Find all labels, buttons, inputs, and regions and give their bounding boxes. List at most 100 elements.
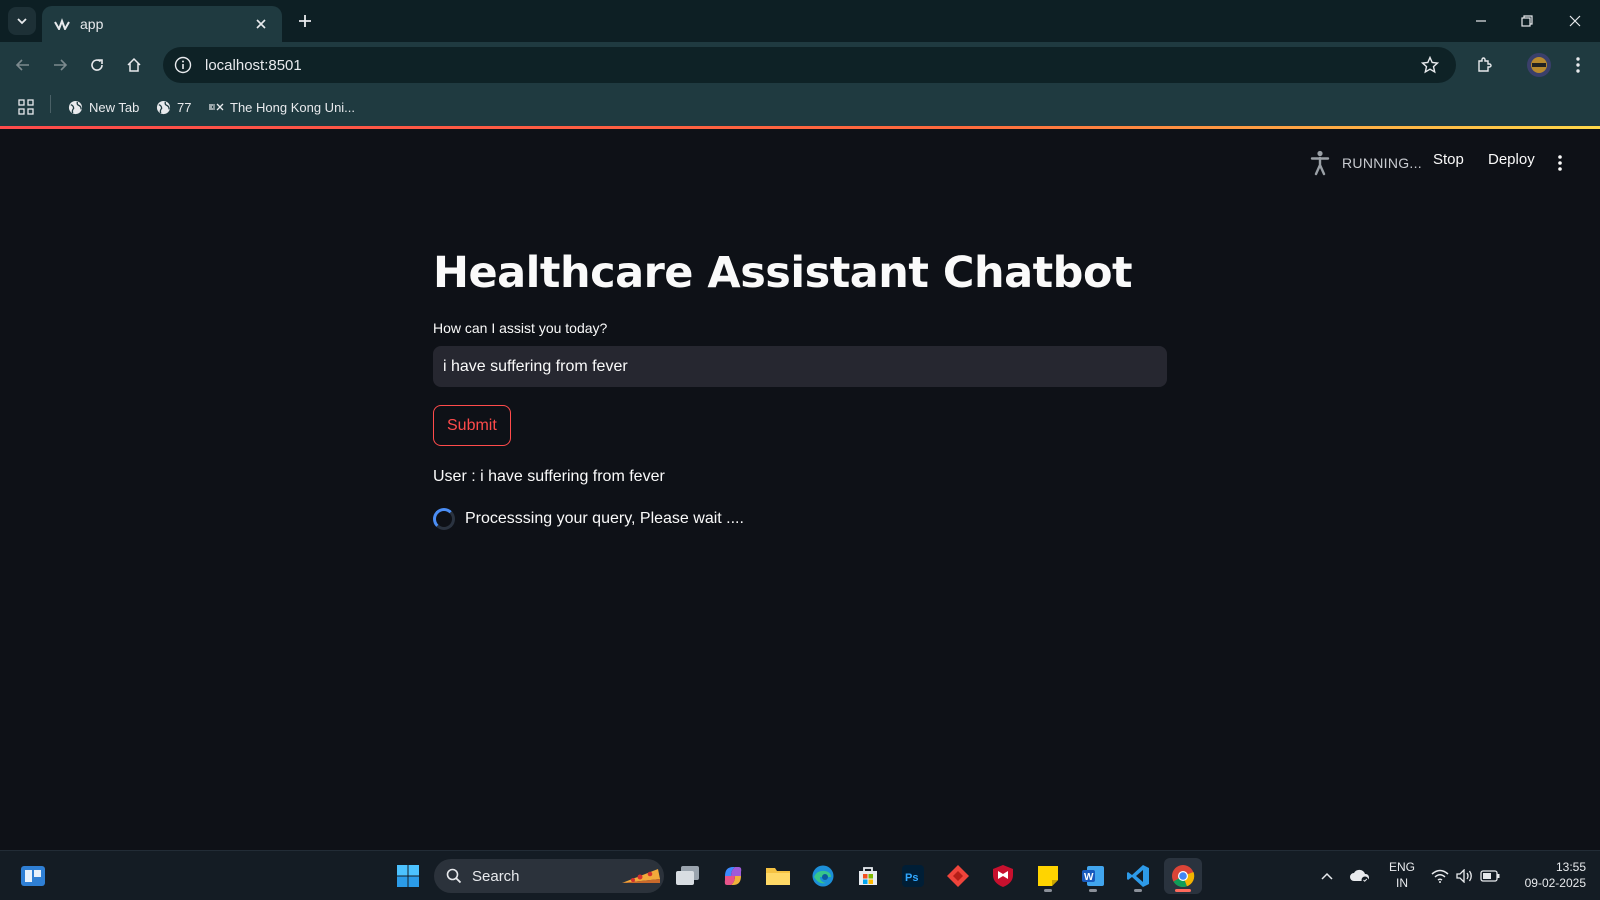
task-view-button[interactable] <box>669 858 707 894</box>
pizza-doodle-icon <box>622 869 660 883</box>
site-info-icon[interactable] <box>173 55 193 75</box>
apps-grid-icon <box>18 99 34 115</box>
minimize-icon <box>1476 20 1486 22</box>
close-window-button[interactable] <box>1552 4 1598 38</box>
puzzle-icon <box>1478 57 1492 72</box>
tab-title: app <box>80 16 104 32</box>
running-status-text: RUNNING... <box>1342 155 1422 171</box>
close-icon <box>1569 15 1581 27</box>
task-view-icon <box>676 866 699 885</box>
browser-titlebar: app <box>0 0 1600 42</box>
processing-text: Processsing your query, Please wait .... <box>465 510 744 527</box>
edge-button[interactable] <box>804 858 842 894</box>
windows-logo-icon <box>397 865 419 887</box>
word-button[interactable]: W <box>1074 858 1112 894</box>
chevron-up-icon <box>1321 872 1333 880</box>
folder-icon <box>766 868 790 885</box>
microsoft-store-button[interactable] <box>849 858 887 894</box>
clock-date: 09-02-2025 <box>1524 876 1586 890</box>
bookmark-new-tab[interactable]: New Tab <box>67 95 139 119</box>
home-icon <box>127 57 141 72</box>
restore-icon <box>1521 15 1533 27</box>
taskbar-clock[interactable]: 13:55 09-02-2025 <box>1508 859 1586 891</box>
widgets-icon <box>21 866 45 886</box>
main-content: Healthcare Assistant Chatbot How can I a… <box>433 240 1167 530</box>
show-hidden-icons-button[interactable] <box>1314 851 1340 900</box>
edx-icon <box>208 99 224 115</box>
sticky-notes-button[interactable] <box>1029 858 1067 894</box>
restore-button[interactable] <box>1504 4 1550 38</box>
wifi-status[interactable] <box>1428 851 1452 900</box>
reload-button[interactable] <box>81 49 113 81</box>
word-icon: W <box>1082 866 1104 886</box>
spinner-icon <box>433 508 455 530</box>
app-header: RUNNING... Stop Deploy <box>0 129 1600 199</box>
back-button[interactable] <box>7 49 39 81</box>
forward-button[interactable] <box>44 49 76 81</box>
file-explorer-button[interactable] <box>759 858 797 894</box>
globe-icon <box>155 99 171 115</box>
cloud-sync-icon <box>1350 869 1370 884</box>
minimize-button[interactable] <box>1458 4 1504 38</box>
onedrive-button[interactable] <box>1346 851 1374 900</box>
bookmark-label: 77 <box>177 99 192 115</box>
url-text[interactable]: localhost:8501 <box>205 57 1418 74</box>
clock-time: 13:55 <box>1555 860 1586 874</box>
vscode-button[interactable] <box>1119 858 1157 894</box>
page-title: Healthcare Assistant Chatbot <box>433 248 1133 298</box>
deploy-button[interactable]: Deploy <box>1488 151 1535 168</box>
query-input[interactable] <box>433 346 1167 387</box>
copilot-button[interactable] <box>714 858 752 894</box>
active-indicator <box>1175 889 1191 892</box>
bookmark-hong-kong-uni[interactable]: The Hong Kong Uni... <box>208 95 355 119</box>
anydesk-button[interactable] <box>939 858 977 894</box>
profile-avatar[interactable] <box>1523 49 1555 81</box>
bookmarks-divider <box>50 95 51 113</box>
chrome-icon <box>1172 865 1195 888</box>
browser-tab[interactable]: app <box>42 6 282 42</box>
vscode-icon <box>1127 865 1149 887</box>
extensions-button[interactable] <box>1469 49 1501 81</box>
stop-button[interactable]: Stop <box>1433 151 1464 168</box>
processing-spinner-row: Processsing your query, Please wait .... <box>433 508 1167 530</box>
avatar-icon <box>1527 53 1551 77</box>
region-code: IN <box>1396 876 1408 890</box>
bookmark-77[interactable]: 77 <box>155 95 191 119</box>
sticky-note-icon <box>1038 866 1058 886</box>
widgets-button[interactable] <box>14 858 52 894</box>
mcafee-shield-icon <box>993 865 1013 887</box>
apps-button[interactable] <box>18 95 34 119</box>
input-language[interactable]: ENG IN <box>1382 859 1422 891</box>
query-input-label: How can I assist you today? <box>433 320 608 336</box>
start-button[interactable] <box>389 858 427 894</box>
app-menu-button[interactable] <box>1550 151 1570 175</box>
photoshop-icon: Ps <box>902 865 924 887</box>
mcafee-button[interactable] <box>984 858 1022 894</box>
svg-text:Ps: Ps <box>905 872 918 884</box>
battery-icon <box>1480 870 1500 882</box>
bookmarks-bar: New Tab 77 The Hong Kong Uni... <box>0 88 1600 126</box>
browser-menu-button[interactable] <box>1562 49 1594 81</box>
taskbar-search[interactable]: Search <box>434 859 664 893</box>
new-tab-button[interactable] <box>292 8 318 34</box>
arrow-right-icon <box>54 59 68 71</box>
volume-status[interactable] <box>1453 851 1477 900</box>
photoshop-button[interactable]: Ps <box>894 858 932 894</box>
bookmark-label: The Hong Kong Uni... <box>230 99 356 115</box>
tab-search-button[interactable] <box>8 7 36 35</box>
taskbar-search-label: Search <box>472 867 520 885</box>
address-bar[interactable]: localhost:8501 <box>163 47 1456 83</box>
close-tab-icon[interactable] <box>252 15 270 33</box>
browser-toolbar: localhost:8501 <box>0 42 1600 88</box>
battery-status[interactable] <box>1478 851 1502 900</box>
chrome-button[interactable] <box>1164 858 1202 894</box>
home-button[interactable] <box>118 49 150 81</box>
submit-button[interactable]: Submit <box>433 405 511 446</box>
plus-icon <box>299 15 311 27</box>
svg-text:W: W <box>1084 872 1094 883</box>
bookmark-star-icon[interactable] <box>1418 53 1442 77</box>
speaker-icon <box>1456 869 1472 883</box>
arrow-left-icon <box>15 59 29 71</box>
anydesk-icon <box>947 865 969 887</box>
edge-icon <box>812 865 834 887</box>
